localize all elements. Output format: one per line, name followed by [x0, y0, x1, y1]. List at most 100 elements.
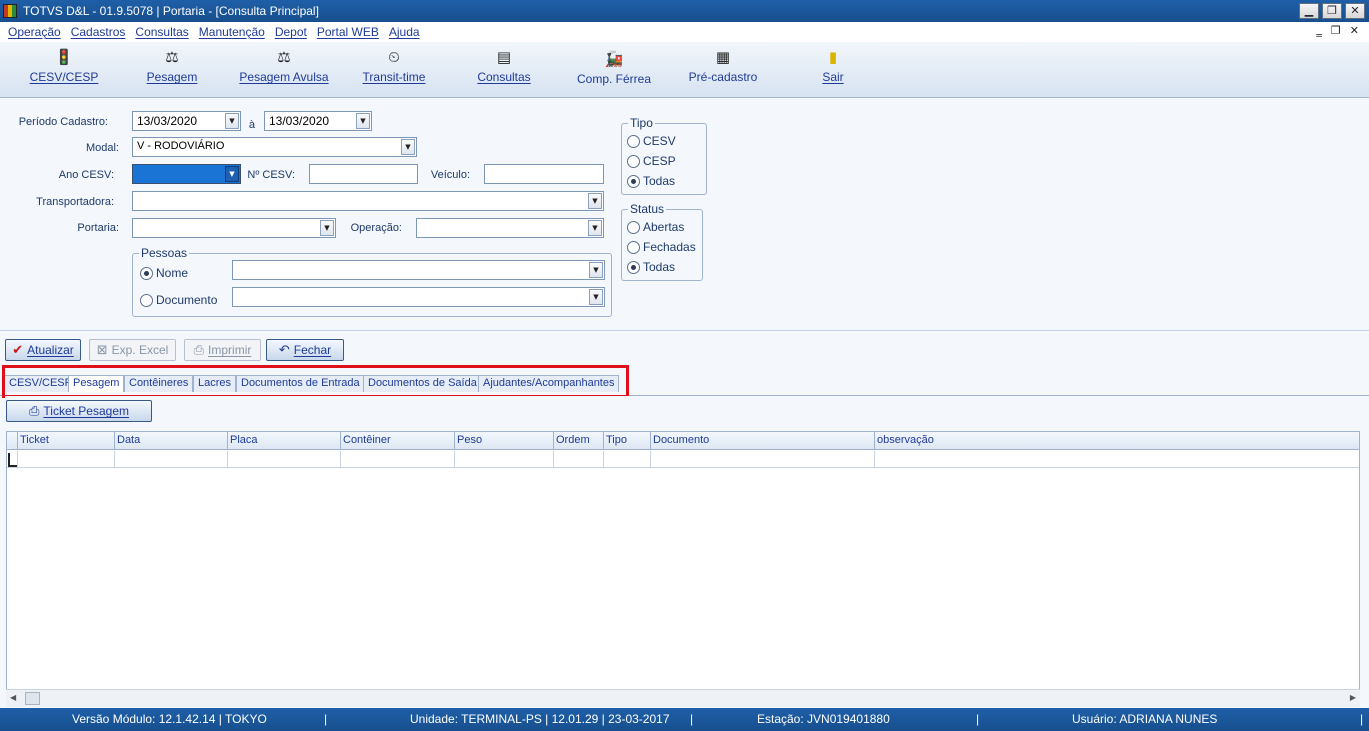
ncesv-input[interactable]: [309, 164, 418, 184]
col-documento[interactable]: Documento: [650, 432, 874, 450]
col-observacao[interactable]: observação: [874, 432, 1359, 450]
status-versao: Versão Módulo: 12.1.42.14 | TOKYO: [72, 712, 267, 726]
filter-form: Período Cadastro: 13/03/2020 ▼ à 13/03/2…: [0, 99, 1369, 331]
status-separator: |: [976, 712, 980, 726]
horizontal-scrollbar[interactable]: ◀ ▶: [6, 689, 1360, 707]
chevron-down-icon[interactable]: ▼: [589, 262, 603, 278]
col-ordem[interactable]: Ordem: [553, 432, 603, 450]
col-conteiner[interactable]: Contêiner: [340, 432, 454, 450]
minimize-button[interactable]: ▁: [1299, 3, 1319, 19]
radio-label: Documento: [156, 293, 218, 307]
status-title: Status: [628, 202, 667, 216]
exit-door-icon: ▮: [828, 48, 838, 66]
mdi-close-button[interactable]: ✕: [1350, 24, 1359, 37]
transportadora-select[interactable]: ▼: [132, 191, 604, 211]
undo-arrow-icon: ↶: [278, 342, 290, 358]
toolbar-sair-button[interactable]: ▮ Sair: [810, 48, 856, 84]
status-estacao: Estação: JVN019401880: [757, 712, 890, 726]
traffic-light-icon: 🚦: [54, 48, 74, 66]
menu-bar: Operação Cadastros Consultas Manutenção …: [0, 22, 1369, 42]
col-peso[interactable]: Peso: [454, 432, 553, 450]
scroll-left-icon[interactable]: ◀: [10, 693, 16, 702]
toolbar-pesagem-avulsa-button[interactable]: ⚖ Pesagem Avulsa: [238, 48, 330, 84]
toolbar-consultas-button[interactable]: ▤ Consultas: [472, 48, 536, 84]
toolbar-comp-ferrea-button[interactable]: 🚂 Comp. Férrea: [572, 50, 656, 86]
button-label: Atualizar: [27, 343, 74, 357]
ticket-pesagem-button[interactable]: ⎙ Ticket Pesagem: [6, 400, 152, 422]
menu-depot[interactable]: Depot: [275, 25, 307, 39]
chevron-down-icon[interactable]: ▼: [225, 113, 239, 129]
status-todas-radio[interactable]: Todas: [627, 260, 675, 274]
menu-consultas[interactable]: Consultas: [135, 25, 188, 39]
toolbar-pesagem-button[interactable]: ⚖ Pesagem: [140, 48, 204, 84]
pessoas-nome-radio[interactable]: Nome: [140, 266, 188, 280]
imprimir-button[interactable]: ⎙ Imprimir: [184, 339, 261, 361]
table-row[interactable]: [7, 451, 1359, 468]
grid-header: Ticket Data Placa Contêiner Peso Ordem T…: [7, 432, 1359, 450]
date-from-field[interactable]: 13/03/2020 ▼: [132, 111, 241, 131]
date-to-field[interactable]: 13/03/2020 ▼: [264, 111, 372, 131]
mdi-restore-button[interactable]: ❐: [1331, 24, 1341, 37]
mdi-minimize-button[interactable]: ‗: [1316, 24, 1322, 37]
toolbar-label: Pesagem Avulsa: [239, 70, 329, 84]
fechar-button[interactable]: ↶ Fechar: [266, 339, 344, 361]
status-separator: |: [690, 712, 694, 726]
portaria-select[interactable]: ▼: [132, 218, 336, 238]
menu-ajuda[interactable]: Ajuda: [389, 25, 420, 39]
nome-select[interactable]: ▼: [232, 260, 605, 280]
menu-operacao[interactable]: Operação: [8, 25, 61, 39]
toolbar-transit-time-button[interactable]: ⏲ Transit-time: [358, 48, 430, 84]
col-ticket[interactable]: Ticket: [17, 432, 114, 450]
col-placa[interactable]: Placa: [227, 432, 340, 450]
modal-select[interactable]: V - RODOVIÁRIO ▼: [132, 137, 417, 157]
chevron-down-icon[interactable]: ▼: [588, 193, 602, 209]
ano-cesv-select[interactable]: ▼: [132, 164, 241, 184]
toolbar-pre-cadastro-button[interactable]: ▦ Pré-cadastro: [684, 48, 762, 84]
radio-selected-icon: [627, 174, 640, 188]
chevron-down-icon[interactable]: ▼: [589, 289, 603, 305]
menu-portal-web[interactable]: Portal WEB: [317, 25, 379, 39]
chevron-down-icon[interactable]: ▼: [588, 220, 602, 236]
chevron-down-icon[interactable]: ▼: [401, 139, 415, 155]
printer-icon: ⎙: [193, 342, 205, 358]
status-fechadas-radio[interactable]: Fechadas: [627, 240, 696, 254]
veiculo-input[interactable]: [484, 164, 604, 184]
scroll-right-icon[interactable]: ▶: [1350, 693, 1356, 702]
radio-label: Abertas: [643, 220, 685, 234]
exp-excel-button[interactable]: ⊠ Exp. Excel: [89, 339, 176, 361]
tipo-cesp-radio[interactable]: CESP: [627, 154, 676, 168]
tipo-cesv-radio[interactable]: CESV: [627, 134, 676, 148]
toolbar-label: Sair: [822, 70, 844, 84]
radio-label: Todas: [643, 260, 676, 274]
table-cell: [17, 451, 114, 468]
col-tipo[interactable]: Tipo: [603, 432, 650, 450]
form-icon: ▦: [715, 48, 731, 66]
menu-manutencao[interactable]: Manutenção: [199, 25, 265, 39]
radio-label: CESV: [643, 134, 676, 148]
restore-button[interactable]: ❐: [1322, 3, 1342, 19]
pesagem-grid[interactable]: Ticket Data Placa Contêiner Peso Ordem T…: [6, 431, 1360, 707]
button-label: Fechar: [293, 343, 332, 357]
radio-label: CESP: [643, 154, 676, 168]
pessoas-documento-radio[interactable]: Documento: [140, 293, 217, 307]
radio-label: Fechadas: [643, 240, 696, 254]
toolbar-label: CESV/CESP: [29, 70, 99, 84]
status-abertas-radio[interactable]: Abertas: [627, 220, 684, 234]
tipo-todas-radio[interactable]: Todas: [627, 174, 675, 188]
operacao-select[interactable]: ▼: [416, 218, 604, 238]
documento-select[interactable]: ▼: [232, 287, 605, 307]
toolbar-cesv-cesp-button[interactable]: 🚦 CESV/CESP: [28, 48, 100, 84]
menu-cadastros[interactable]: Cadastros: [71, 25, 126, 39]
button-label: Exp. Excel: [111, 343, 169, 357]
chevron-down-icon[interactable]: ▼: [225, 166, 239, 182]
status-group: Status Abertas Fechadas Todas: [621, 202, 703, 281]
status-separator: |: [324, 712, 328, 726]
scroll-thumb[interactable]: [25, 692, 40, 705]
chevron-down-icon[interactable]: ▼: [356, 113, 370, 129]
app-logo-icon: [3, 4, 17, 18]
close-button[interactable]: ✕: [1345, 3, 1365, 19]
mdi-controls: ‗ ❐ ✕: [1316, 24, 1359, 37]
atualizar-button[interactable]: ✔ Atualizar: [5, 339, 81, 361]
radio-selected-icon: [627, 260, 640, 274]
col-data[interactable]: Data: [114, 432, 227, 450]
